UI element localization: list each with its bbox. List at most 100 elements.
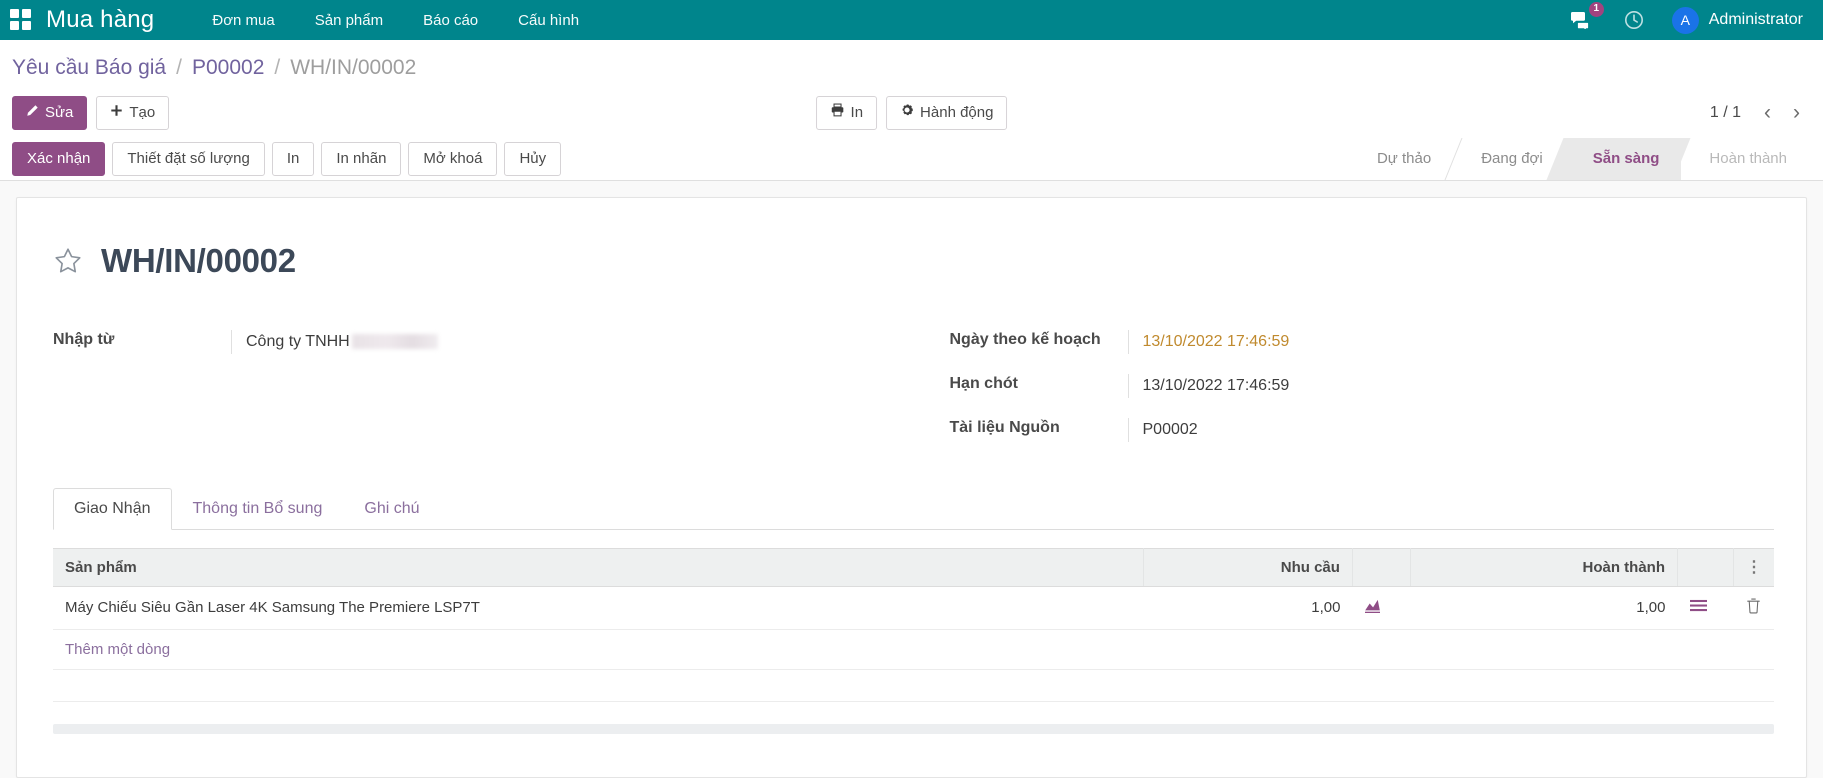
pager: 1 / 1 ‹ › [1710,100,1809,125]
star-outline-icon[interactable] [53,246,83,276]
field-ngay-theo-ke-hoach: Ngày theo kế hoạch 13/10/2022 17:46:59 [949,329,1775,356]
column-header-demand: Nhu cầu [1143,547,1353,587]
breadcrumb-item-rfq[interactable]: Yêu cầu Báo giá [12,56,166,80]
breadcrumb-item-p00002[interactable]: P00002 [192,56,264,80]
trash-icon[interactable] [1746,598,1761,614]
column-header-product: Sản phẩm [53,547,1144,587]
cell-product-name[interactable]: Máy Chiếu Siêu Gần Laser 4K Samsung The … [53,586,1144,630]
sheet-footer-separator [53,723,1774,734]
tab-giao-nhan[interactable]: Giao Nhận [53,487,172,530]
navbar-right-actions: 1 A Administrator [1554,0,1809,40]
cell-done-qty[interactable]: 1,00 [1410,586,1678,630]
tab-thong-tin-bo-sung[interactable]: Thông tin Bổ sung [172,488,344,530]
form-column-left: Nhập từ Công ty TNHH [53,329,878,462]
field-nhap-tu: Nhập từ Công ty TNHH [53,329,878,356]
menu-item-san-pham[interactable]: Sản phẩm [295,6,403,35]
record-title-row: WH/IN/00002 [49,220,1774,302]
cell-done-icon [1677,586,1734,630]
app-brand-title[interactable]: Mua hàng [46,6,154,34]
status-stage-draft[interactable]: Dự thảo [1357,138,1453,180]
confirm-button[interactable]: Xác nhận [12,141,106,176]
apps-grid-icon[interactable] [10,9,32,31]
plus-icon [110,103,123,123]
edit-button-label: Sửa [45,104,74,121]
field-label-deadline: Hạn chót [949,374,1018,392]
field-han-chot: Hạn chót 13/10/2022 17:46:59 [949,373,1775,400]
print-labels-button[interactable]: In nhãn [321,141,402,176]
status-stage-ready[interactable]: Sẵn sàng [1564,137,1682,180]
column-header-options: ⋮ [1733,547,1774,587]
column-header-demand-icon [1352,547,1411,587]
table-body: Máy Chiếu Siêu Gần Laser 4K Samsung The … [53,586,1774,702]
menu-item-bao-cao[interactable]: Báo cáo [403,6,498,35]
column-header-done: Hoàn thành [1410,547,1679,587]
chart-icon[interactable] [1364,598,1381,614]
form-fields: Nhập từ Công ty TNHH Ngày theo kế hoạch … [49,329,1775,462]
status-stage-done[interactable]: Hoàn thành [1681,138,1809,180]
field-label-source-document: Tài liệu Nguồn [949,418,1060,436]
messages-icon [1570,11,1592,32]
set-quantities-button[interactable]: Thiết đặt số lượng [112,141,265,176]
pager-next-button[interactable]: › [1784,100,1809,125]
menu-item-don-mua[interactable]: Đơn mua [192,6,294,35]
control-panel: Sửa Tạo In Hành động 1 / 1 ‹ › [0,90,1823,138]
cell-demand-icon [1352,586,1411,630]
table-empty-row [53,669,1774,702]
table-header: Sản phẩm Nhu cầu Hoàn thành ⋮ [53,547,1774,587]
redacted-vendor-suffix [351,334,438,350]
edit-button[interactable]: Sửa [12,96,88,130]
breadcrumb-separator: / [274,56,281,79]
field-value-scheduled-date[interactable]: 13/10/2022 17:46:59 [1127,329,1775,354]
print-picking-button[interactable]: In [271,141,315,176]
create-button-label: Tạo [129,104,156,121]
avatar: A [1671,6,1699,34]
action-button-label: Hành động [920,104,994,121]
messages-count-badge: 1 [1588,2,1604,17]
add-line-cell: Thêm một dòng [53,629,1774,670]
chevron-right-icon: › [1793,101,1800,125]
column-header-actions [1677,547,1734,587]
operations-table: Sản phẩm Nhu cầu Hoàn thành ⋮ Máy Chiếu … [53,547,1774,702]
create-button[interactable]: Tạo [96,96,170,130]
add-line-row[interactable]: Thêm một dòng [53,629,1774,670]
field-label-scheduled-date: Ngày theo kế hoạch [949,330,1101,348]
list-icon[interactable] [1689,599,1707,613]
page-title: WH/IN/00002 [101,241,296,279]
pager-value: 1 / 1 [1709,103,1741,121]
breadcrumb-separator: / [176,56,182,79]
menu-item-cau-hinh[interactable]: Cấu hình [498,6,599,35]
options-menu-icon[interactable]: ⋮ [1746,559,1762,576]
printer-icon [830,103,845,123]
control-panel-center: In Hành động [815,96,1008,130]
form-column-right: Ngày theo kế hoạch 13/10/2022 17:46:59 H… [949,329,1775,462]
field-value-deadline[interactable]: 13/10/2022 17:46:59 [1127,373,1775,398]
pager-previous-button[interactable]: ‹ [1755,100,1780,125]
field-tai-lieu-nguon: Tài liệu Nguồn P00002 [949,417,1775,444]
field-value-source-document[interactable]: P00002 [1127,417,1775,442]
top-navbar: Mua hàng Đơn mua Sản phẩm Báo cáo Cấu hì… [0,0,1823,40]
gear-icon [900,103,914,123]
messages-button[interactable]: 1 [1554,0,1608,40]
table-row[interactable]: Máy Chiếu Siêu Gần Laser 4K Samsung The … [53,586,1774,630]
add-line-link[interactable]: Thêm một dòng [65,641,170,658]
cell-demand-qty[interactable]: 1,00 [1143,586,1353,630]
print-button[interactable]: In [815,96,878,130]
clock-icon [1624,10,1644,30]
main-menu: Đơn mua Sản phẩm Báo cáo Cấu hình [192,6,599,35]
cancel-button[interactable]: Hủy [504,141,562,176]
notebook-tabs: Giao Nhận Thông tin Bổ sung Ghi chú [53,487,1774,530]
table-header-row: Sản phẩm Nhu cầu Hoàn thành ⋮ [53,547,1774,587]
vendor-name-text: Công ty TNHH [246,332,350,350]
control-panel-left: Sửa Tạo [12,96,170,130]
status-bar: Xác nhận Thiết đặt số lượng In In nhãn M… [0,137,1823,181]
breadcrumb: Yêu cầu Báo giá / P00002 / WH/IN/00002 [0,40,1823,90]
field-value-nhap-tu[interactable]: Công ty TNHH [231,329,878,354]
tab-ghi-chu[interactable]: Ghi chú [343,488,440,530]
activities-button[interactable] [1608,0,1660,40]
action-button[interactable]: Hành động [886,96,1008,130]
workflow-buttons: Xác nhận Thiết đặt số lượng In In nhãn M… [12,141,568,176]
breadcrumb-item-current: WH/IN/00002 [290,56,417,79]
field-label-nhap-tu: Nhập từ [53,330,115,348]
user-menu[interactable]: A Administrator [1660,0,1809,40]
unlock-button[interactable]: Mở khoá [408,141,498,176]
